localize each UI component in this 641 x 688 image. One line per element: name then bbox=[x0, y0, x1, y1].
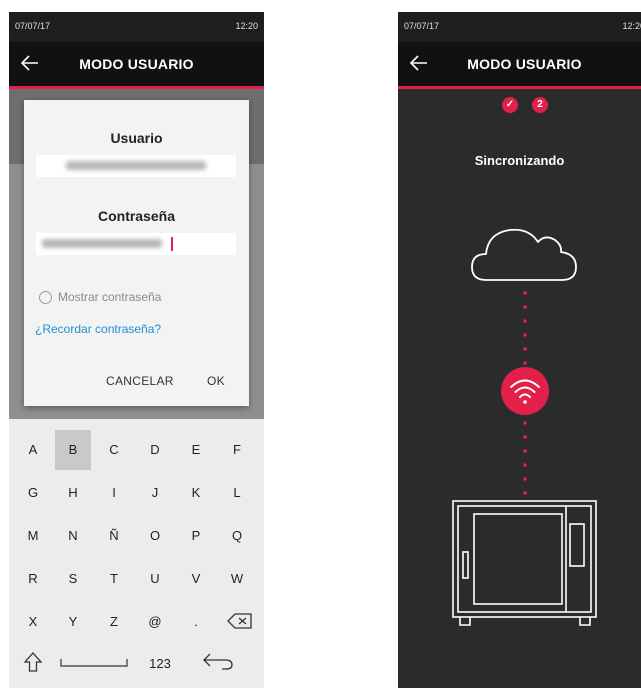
key-i[interactable]: I bbox=[96, 473, 132, 513]
show-password-label[interactable]: Mostrar contraseña bbox=[58, 290, 161, 304]
status-bar: 07/07/17 12:20 bbox=[9, 12, 264, 42]
blurred-password bbox=[42, 239, 162, 248]
page-title: MODO USUARIO bbox=[79, 56, 194, 72]
status-time: 12:20 bbox=[235, 21, 258, 31]
key-s[interactable]: S bbox=[55, 559, 91, 599]
key-v[interactable]: V bbox=[178, 559, 214, 599]
key-at[interactable]: @ bbox=[137, 602, 173, 642]
user-field[interactable] bbox=[36, 155, 236, 177]
sync-screen: 07/07/17 12:20 MODO USUARIO ✓ 2 Sincroni… bbox=[398, 12, 641, 688]
key-a[interactable]: A bbox=[15, 430, 51, 470]
wifi-icon bbox=[501, 367, 549, 415]
status-date: 07/07/17 bbox=[15, 21, 51, 31]
login-screen: 07/07/17 12:20 MODO USUARIO Usuario Cont… bbox=[9, 12, 264, 688]
ok-button[interactable]: OK bbox=[207, 374, 225, 388]
dotted-connector-top bbox=[523, 291, 527, 365]
key-w[interactable]: W bbox=[219, 559, 255, 599]
space-icon[interactable] bbox=[59, 653, 129, 669]
key-z[interactable]: Z bbox=[96, 602, 132, 642]
blurred-username bbox=[66, 161, 206, 170]
key-c[interactable]: C bbox=[96, 430, 132, 470]
key-n-tilde[interactable]: Ñ bbox=[96, 516, 132, 556]
numbers-key[interactable]: 123 bbox=[139, 644, 181, 684]
key-t[interactable]: T bbox=[96, 559, 132, 599]
key-q[interactable]: Q bbox=[219, 516, 255, 556]
key-x[interactable]: X bbox=[15, 602, 51, 642]
key-k[interactable]: K bbox=[178, 473, 214, 513]
key-l[interactable]: L bbox=[219, 473, 255, 513]
key-p[interactable]: P bbox=[178, 516, 214, 556]
key-r[interactable]: R bbox=[15, 559, 51, 599]
key-o[interactable]: O bbox=[137, 516, 173, 556]
key-u[interactable]: U bbox=[137, 559, 173, 599]
sync-illustration bbox=[452, 228, 597, 626]
key-b[interactable]: B bbox=[55, 430, 91, 470]
user-label: Usuario bbox=[110, 130, 163, 146]
key-y[interactable]: Y bbox=[55, 602, 91, 642]
cloud-icon bbox=[471, 228, 577, 281]
login-dialog: Usuario Contraseña Mostrar contraseña ¿R… bbox=[24, 100, 249, 406]
key-d[interactable]: D bbox=[137, 430, 173, 470]
return-icon[interactable] bbox=[202, 651, 234, 671]
key-g[interactable]: G bbox=[15, 473, 51, 513]
key-j[interactable]: J bbox=[137, 473, 173, 513]
key-h[interactable]: H bbox=[55, 473, 91, 513]
on-screen-keyboard: A B C D E F G H I J K L M N Ñ O P Q R S … bbox=[9, 419, 264, 688]
key-f[interactable]: F bbox=[219, 430, 255, 470]
key-dot[interactable]: . bbox=[178, 602, 214, 642]
text-cursor bbox=[171, 237, 173, 251]
backspace-icon[interactable] bbox=[227, 612, 253, 630]
key-n[interactable]: N bbox=[55, 516, 91, 556]
app-header: MODO USUARIO bbox=[9, 42, 264, 89]
password-label: Contraseña bbox=[97, 208, 176, 224]
dotted-connector-bottom bbox=[523, 421, 527, 495]
remember-password-link[interactable]: ¿Recordar contraseña? bbox=[35, 322, 161, 336]
key-m[interactable]: M bbox=[15, 516, 51, 556]
password-field[interactable] bbox=[36, 233, 236, 255]
cancel-button[interactable]: CANCELAR bbox=[106, 374, 174, 388]
key-e[interactable]: E bbox=[178, 430, 214, 470]
shift-icon[interactable] bbox=[23, 651, 43, 673]
oven-icon bbox=[452, 500, 597, 626]
show-password-radio[interactable] bbox=[39, 291, 52, 304]
